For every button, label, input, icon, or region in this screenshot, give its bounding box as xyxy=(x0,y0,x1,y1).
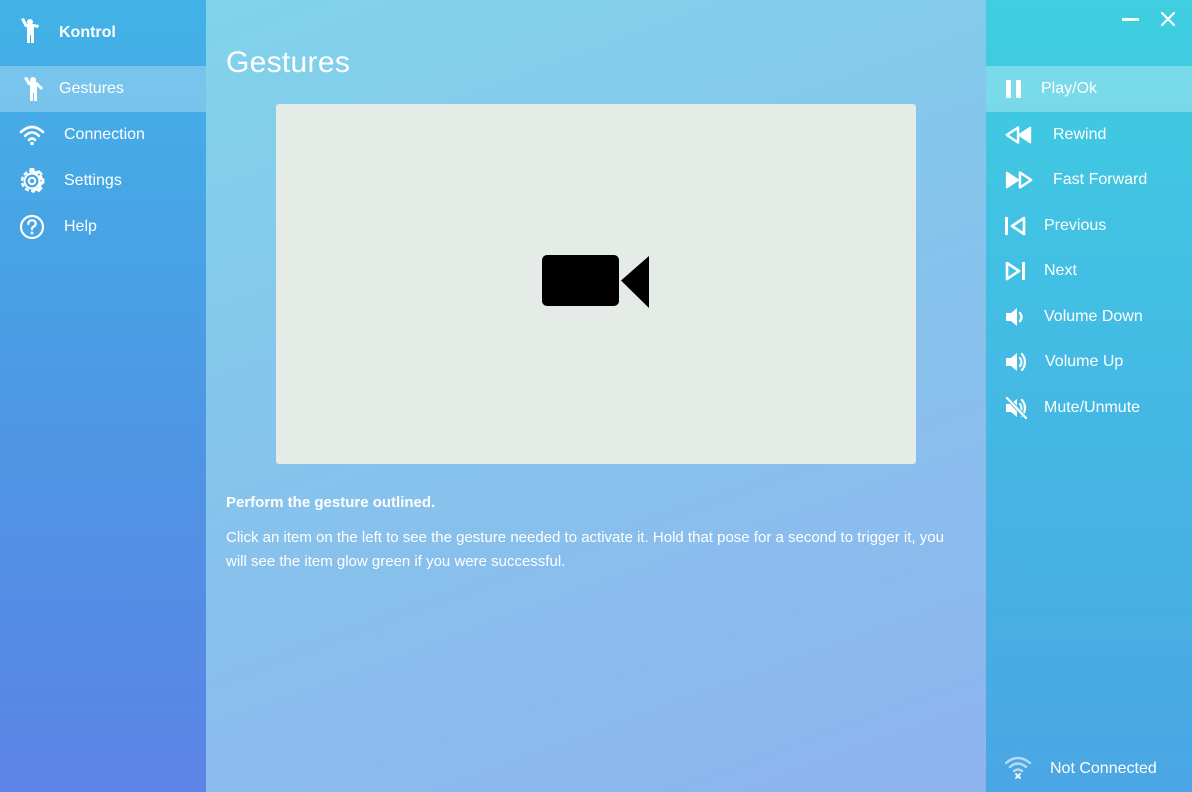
volume-up-icon xyxy=(1004,349,1034,375)
close-icon xyxy=(1160,11,1176,27)
video-camera-icon xyxy=(542,253,650,316)
skip-next-icon xyxy=(1004,258,1034,284)
help-icon xyxy=(18,213,46,241)
sidebar-item-label: Help xyxy=(64,218,97,235)
page-title: Gestures xyxy=(226,46,351,79)
volume-down-icon xyxy=(1004,304,1034,330)
wifi-icon xyxy=(18,121,46,149)
connection-status-label: Not Connected xyxy=(1050,760,1157,777)
gear-icon xyxy=(18,167,46,195)
app-brand: Kontrol xyxy=(0,0,206,66)
window-controls xyxy=(986,0,1192,66)
close-button[interactable] xyxy=(1158,9,1178,29)
actions-panel: Play/Ok Rewind Fast Forward Previous Nex… xyxy=(986,0,1192,792)
action-fast-forward[interactable]: Fast Forward xyxy=(986,158,1192,204)
action-label: Fast Forward xyxy=(1053,171,1148,189)
rewind-icon xyxy=(1004,122,1034,148)
app-name: Kontrol xyxy=(59,24,116,41)
sidebar-item-settings[interactable]: Settings xyxy=(0,158,206,204)
action-label: Play/Ok xyxy=(1041,80,1098,97)
instruction-text: Click an item on the left to see the ges… xyxy=(226,529,944,570)
action-next[interactable]: Next xyxy=(986,249,1192,295)
wifi-off-icon xyxy=(1004,755,1032,784)
sidebar-item-label: Gestures xyxy=(59,80,124,97)
fast-forward-icon xyxy=(1004,167,1034,193)
minimize-button[interactable] xyxy=(1120,10,1140,30)
pause-icon xyxy=(1004,76,1034,102)
action-label: Mute/Unmute xyxy=(1044,398,1141,416)
action-label: Rewind xyxy=(1053,125,1107,143)
person-gesture-icon xyxy=(18,75,46,103)
action-rewind[interactable]: Rewind xyxy=(986,112,1192,158)
sidebar-item-label: Connection xyxy=(64,126,145,143)
sidebar: Kontrol Gestures Connection Settings Hel… xyxy=(0,0,206,792)
skip-previous-icon xyxy=(1004,213,1034,239)
sidebar-item-connection[interactable]: Connection xyxy=(0,112,206,158)
action-label: Volume Up xyxy=(1045,353,1124,371)
action-label: Next xyxy=(1044,262,1077,280)
action-mute-unmute[interactable]: Mute/Unmute xyxy=(986,385,1192,431)
sidebar-item-help[interactable]: Help xyxy=(0,204,206,250)
action-volume-up[interactable]: Volume Up xyxy=(986,340,1192,386)
main-content: Gestures Perform the gesture outlined. C… xyxy=(206,0,986,792)
action-volume-down[interactable]: Volume Down xyxy=(986,294,1192,340)
instruction-title: Perform the gesture outlined. xyxy=(226,494,436,511)
action-previous[interactable]: Previous xyxy=(986,203,1192,249)
kontrol-logo-icon xyxy=(18,17,42,49)
action-play-ok[interactable]: Play/Ok xyxy=(986,66,1192,112)
mute-icon xyxy=(1004,395,1034,421)
connection-status: Not Connected xyxy=(986,746,1192,792)
sidebar-item-gestures[interactable]: Gestures xyxy=(0,66,206,112)
action-label: Volume Down xyxy=(1044,307,1143,325)
action-label: Previous xyxy=(1044,216,1107,234)
gesture-preview xyxy=(276,104,916,464)
sidebar-item-label: Settings xyxy=(64,172,122,189)
